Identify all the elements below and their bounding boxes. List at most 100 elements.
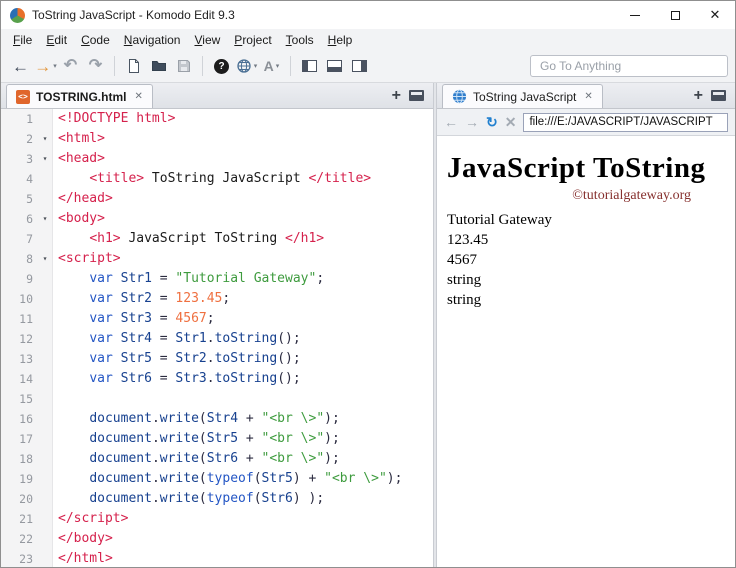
code-line-23[interactable]: 23</html>: [1, 549, 433, 567]
line-number: 10: [1, 289, 38, 309]
code-text: </head>: [53, 189, 113, 209]
code-line-15[interactable]: 15: [1, 389, 433, 409]
redo-button[interactable]: ↷: [83, 53, 108, 79]
new-tab-button[interactable]: +: [694, 88, 703, 104]
code-line-19[interactable]: 19 document.write(typeof(Str5) + "<br \>…: [1, 469, 433, 489]
code-text: <title> ToString JavaScript </title>: [53, 169, 371, 189]
code-line-2[interactable]: 2▾<html>: [1, 129, 433, 149]
fold-marker-icon[interactable]: ▾: [38, 209, 53, 229]
menu-item-file[interactable]: File: [6, 31, 39, 49]
tab-close-icon[interactable]: ✕: [134, 91, 142, 102]
menu-item-view[interactable]: View: [187, 31, 227, 49]
toolbar-separator: [290, 56, 291, 76]
tab-tostring-html[interactable]: <> TOSTRING.html ✕: [6, 84, 153, 108]
line-number: 18: [1, 449, 38, 469]
editor-tab-bar: <> TOSTRING.html ✕ +: [1, 83, 433, 109]
code-line-7[interactable]: 7 <h1> JavaScript ToString </h1>: [1, 229, 433, 249]
maximize-button[interactable]: [655, 1, 695, 29]
line-number: 3: [1, 149, 38, 169]
menu-item-edit[interactable]: Edit: [39, 31, 74, 49]
code-text: var Str4 = Str1.toString();: [53, 329, 301, 349]
code-line-17[interactable]: 17 document.write(Str5 + "<br \>");: [1, 429, 433, 449]
toggle-left-pane-button[interactable]: [297, 53, 322, 79]
code-line-5[interactable]: 5</head>: [1, 189, 433, 209]
window-title: ToString JavaScript - Komodo Edit 9.3: [32, 8, 235, 22]
code-line-9[interactable]: 9 var Str1 = "Tutorial Gateway";: [1, 269, 433, 289]
go-to-anything-input[interactable]: [530, 55, 728, 77]
code-text: <script>: [53, 249, 121, 269]
fold-margin: [38, 449, 53, 469]
refresh-icon[interactable]: ↻: [486, 115, 498, 129]
stop-icon[interactable]: ✕: [505, 115, 517, 129]
code-line-1[interactable]: 1<!DOCTYPE html>: [1, 109, 433, 129]
code-line-11[interactable]: 11 var Str3 = 4567;: [1, 309, 433, 329]
browser-back-icon[interactable]: ←: [444, 115, 458, 129]
fold-marker-icon[interactable]: ▾: [38, 129, 53, 149]
chevron-down-icon: ▾: [276, 62, 280, 70]
fold-marker-icon[interactable]: ▾: [38, 249, 53, 269]
code-line-4[interactable]: 4 <title> ToString JavaScript </title>: [1, 169, 433, 189]
line-number: 6: [1, 209, 38, 229]
new-file-button[interactable]: [121, 53, 146, 79]
code-line-10[interactable]: 10 var Str2 = 123.45;: [1, 289, 433, 309]
line-number: 1: [1, 109, 38, 129]
undo-button[interactable]: ↶: [58, 53, 83, 79]
save-button[interactable]: [171, 53, 196, 79]
help-button[interactable]: ?: [209, 53, 234, 79]
fold-margin: [38, 549, 53, 567]
address-bar-input[interactable]: [523, 113, 728, 132]
code-text: var Str5 = Str2.toString();: [53, 349, 301, 369]
menu-item-tools[interactable]: Tools: [279, 31, 321, 49]
preview-output-line: string: [447, 270, 735, 290]
browser-preview-button[interactable]: ▾: [234, 53, 259, 79]
menu-item-code[interactable]: Code: [74, 31, 117, 49]
editor-tab-actions: +: [383, 83, 433, 108]
line-number: 21: [1, 509, 38, 529]
toggle-bottom-pane-button[interactable]: [322, 53, 347, 79]
code-text: var Str2 = 123.45;: [53, 289, 230, 309]
code-editor[interactable]: 1<!DOCTYPE html>2▾<html>3▾<head>4 <title…: [1, 109, 433, 567]
new-tab-button[interactable]: +: [392, 88, 401, 104]
font-style-button[interactable]: A▾: [259, 53, 284, 79]
code-text: <head>: [53, 149, 105, 169]
toggle-right-pane-button[interactable]: [347, 53, 372, 79]
code-line-13[interactable]: 13 var Str5 = Str2.toString();: [1, 349, 433, 369]
close-icon: ✕: [710, 7, 721, 23]
tab-close-icon[interactable]: ✕: [584, 91, 592, 102]
code-line-16[interactable]: 16 document.write(Str4 + "<br \>");: [1, 409, 433, 429]
code-line-8[interactable]: 8▾<script>: [1, 249, 433, 269]
back-button[interactable]: ←: [8, 53, 33, 79]
menu-item-project[interactable]: Project: [227, 31, 278, 49]
code-text: document.write(Str5 + "<br \>");: [53, 429, 340, 449]
code-line-18[interactable]: 18 document.write(Str6 + "<br \>");: [1, 449, 433, 469]
redo-icon: ↷: [89, 58, 102, 74]
code-line-3[interactable]: 3▾<head>: [1, 149, 433, 169]
close-button[interactable]: ✕: [695, 1, 735, 29]
code-line-22[interactable]: 22</body>: [1, 529, 433, 549]
code-line-12[interactable]: 12 var Str4 = Str1.toString();: [1, 329, 433, 349]
code-line-21[interactable]: 21</script>: [1, 509, 433, 529]
preview-heading: JavaScript ToString: [447, 152, 735, 185]
browser-forward-icon[interactable]: →: [465, 115, 479, 129]
code-line-6[interactable]: 6▾<body>: [1, 209, 433, 229]
code-line-14[interactable]: 14 var Str6 = Str3.toString();: [1, 369, 433, 389]
menu-item-navigation[interactable]: Navigation: [117, 31, 188, 49]
split-view-icon[interactable]: [711, 90, 726, 101]
toolbar-separator: [114, 56, 115, 76]
browser-preview: JavaScript ToString ©tutorialgateway.org…: [437, 136, 735, 567]
fold-margin: [38, 349, 53, 369]
chevron-down-icon: ▾: [254, 62, 258, 70]
undo-icon: ↶: [64, 58, 77, 74]
code-line-20[interactable]: 20 document.write(typeof(Str6) );: [1, 489, 433, 509]
preview-tab-label: ToString JavaScript: [473, 90, 576, 104]
menu-item-help[interactable]: Help: [321, 31, 360, 49]
forward-button[interactable]: →▾: [33, 53, 58, 79]
preview-tab-actions: +: [685, 83, 735, 108]
fold-margin: [38, 429, 53, 449]
open-file-button[interactable]: [146, 53, 171, 79]
fold-marker-icon[interactable]: ▾: [38, 149, 53, 169]
fold-margin: [38, 469, 53, 489]
split-view-icon[interactable]: [409, 90, 424, 101]
minimize-button[interactable]: [615, 1, 655, 29]
tab-tostring-javascript[interactable]: ToString JavaScript ✕: [442, 84, 603, 108]
